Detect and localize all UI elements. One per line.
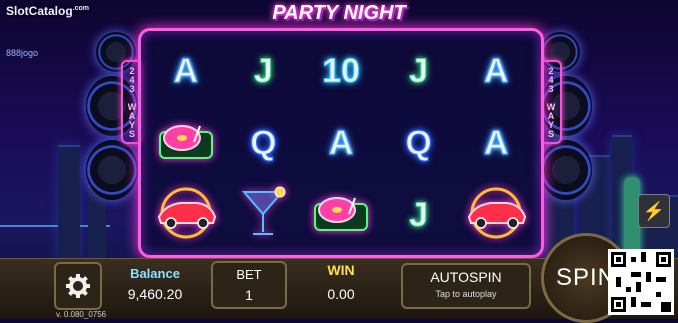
win-label: WIN xyxy=(327,262,355,278)
reel-cell xyxy=(302,179,380,251)
version-text: v. 0.080_0756 xyxy=(56,310,107,319)
win-value: 0.00 xyxy=(327,286,355,302)
turbo-button[interactable]: ⚡ xyxy=(638,194,670,228)
turntable-symbol xyxy=(309,188,373,243)
symbol-j: J xyxy=(409,52,429,90)
symbol-q: Q xyxy=(405,124,432,162)
symbol-10: 10 xyxy=(322,52,361,90)
bet-value: 1 xyxy=(245,287,253,303)
symbol-j: J xyxy=(409,196,429,234)
gear-icon xyxy=(66,274,90,298)
brand-watermark: SlotCatalog.com 888jogo xyxy=(6,4,90,58)
reel-cell: A xyxy=(147,35,225,107)
cocktail-symbol xyxy=(238,186,288,245)
bet-button[interactable]: BET 1 xyxy=(211,261,287,309)
symbol-a: A xyxy=(483,124,509,162)
qr-code xyxy=(608,249,674,315)
reel-cell xyxy=(457,179,535,251)
reel-cell: J xyxy=(380,179,458,251)
sports-car-symbol xyxy=(151,187,221,244)
turntable-symbol xyxy=(154,116,218,171)
balance-value: 9,460.20 xyxy=(127,286,183,302)
symbol-q: Q xyxy=(250,124,277,162)
speaker-right-bottom xyxy=(540,140,592,200)
symbol-a: A xyxy=(483,52,509,90)
bet-label: BET xyxy=(236,267,262,282)
reel-cell xyxy=(225,179,303,251)
autospin-button[interactable]: AUTOSPIN Tap to autoplay xyxy=(401,263,531,309)
reel-grid: A J 10 J A Q A Q A J xyxy=(147,35,535,251)
reel-cell: 10 xyxy=(302,35,380,107)
reel-cell: A xyxy=(302,107,380,179)
brand-site: SlotCatalog.com xyxy=(6,4,90,18)
game-title: PARTY NIGHT xyxy=(272,2,406,24)
reel-frame: A J 10 J A Q A Q A J xyxy=(138,28,544,258)
symbol-a: A xyxy=(173,52,199,90)
sports-car-symbol xyxy=(461,187,531,244)
lightning-icon: ⚡ xyxy=(642,200,666,221)
settings-button[interactable] xyxy=(54,262,102,310)
reel-cell: A xyxy=(457,107,535,179)
reel-cell: J xyxy=(380,35,458,107)
brand-sub: 888jogo xyxy=(6,48,39,58)
brand-site-suffix: .com xyxy=(72,5,90,12)
reel-cell: A xyxy=(457,35,535,107)
autospin-sub: Tap to autoplay xyxy=(435,289,497,299)
symbol-a: A xyxy=(328,124,354,162)
reel-cell: Q xyxy=(225,107,303,179)
reel-cell xyxy=(147,107,225,179)
symbol-j: J xyxy=(253,52,273,90)
reel-cell xyxy=(147,179,225,251)
speaker-left-bottom xyxy=(86,140,138,200)
building xyxy=(58,145,80,267)
reel-cell: J xyxy=(225,35,303,107)
reel-cell: Q xyxy=(380,107,458,179)
autospin-label: AUTOSPIN xyxy=(430,269,502,285)
balance-label: Balance xyxy=(130,266,180,281)
